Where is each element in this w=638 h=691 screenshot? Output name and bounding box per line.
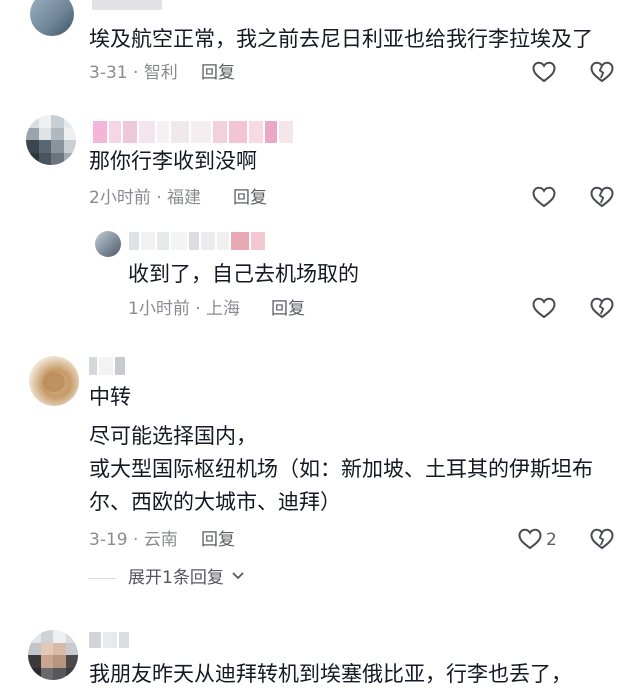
broken-heart-icon[interactable]: [589, 59, 615, 85]
comment-text: 埃及航空正常，我之前去尼日利亚也给我行李拉埃及了: [89, 27, 593, 51]
comment-text: 尽可能选择国内，: [89, 424, 257, 448]
expand-replies-button[interactable]: 展开1条回复: [128, 567, 245, 589]
comment-text: 或大型国际枢纽机场（如：新加坡、土耳其的伊斯坦布: [89, 457, 593, 481]
avatar[interactable]: [29, 356, 79, 406]
comment-location: 云南: [143, 530, 178, 550]
expand-replies-label: 展开1条回复: [128, 568, 224, 588]
meta-separator: ·: [133, 530, 139, 550]
chevron-down-icon: [231, 567, 245, 589]
avatar[interactable]: [26, 115, 76, 165]
comment-date: 3-19: [89, 530, 128, 550]
avatar[interactable]: [28, 630, 78, 680]
heart-outline-icon[interactable]: [531, 295, 557, 321]
comment-text: 中转: [89, 385, 131, 409]
broken-heart-icon[interactable]: [589, 295, 615, 321]
comment-location: 智利: [143, 63, 178, 83]
meta-separator: ·: [195, 299, 201, 319]
comment-location: 上海: [206, 299, 241, 319]
username-blurred[interactable]: [89, 357, 125, 375]
comment-text: 收到了，自己去机场取的: [128, 262, 359, 286]
comment-meta: 3-19 · 云南: [89, 529, 178, 551]
comment-text: 我朋友昨天从迪拜转机到埃塞俄比亚，行李也丢了，: [89, 662, 572, 686]
comment-date: 3-31: [89, 63, 128, 83]
reply-button[interactable]: 回复: [271, 298, 305, 320]
reply-button[interactable]: 回复: [233, 187, 267, 209]
like-count: 2: [546, 530, 557, 550]
comment-meta: 2小时前 · 福建: [89, 187, 201, 209]
comment-text: 那你行李收到没啊: [89, 149, 257, 173]
username-blurred[interactable]: [129, 232, 265, 250]
reply-button[interactable]: 回复: [201, 529, 235, 551]
meta-separator: ·: [156, 188, 162, 208]
broken-heart-icon[interactable]: [589, 184, 615, 210]
broken-heart-icon[interactable]: [589, 526, 615, 552]
expand-divider: [89, 578, 116, 579]
avatar[interactable]: [30, 0, 74, 36]
username-blurred[interactable]: [89, 632, 129, 648]
heart-outline-icon[interactable]: [531, 184, 557, 210]
username-blurred[interactable]: [92, 0, 162, 10]
reply-button[interactable]: 回复: [201, 62, 235, 84]
comment-date: 2小时前: [89, 188, 151, 208]
meta-separator: ·: [133, 63, 139, 83]
comment-date: 1小时前: [128, 299, 190, 319]
comment-location: 福建: [167, 188, 202, 208]
username-blurred[interactable]: [93, 121, 293, 143]
heart-outline-icon[interactable]: [517, 526, 543, 552]
heart-outline-icon[interactable]: [531, 59, 557, 85]
comment-text: 尔、西欧的大城市、迪拜）: [89, 490, 341, 514]
avatar[interactable]: [95, 231, 121, 257]
comment-meta: 3-31 · 智利: [89, 62, 178, 84]
comment-meta: 1小时前 · 上海: [128, 298, 240, 320]
